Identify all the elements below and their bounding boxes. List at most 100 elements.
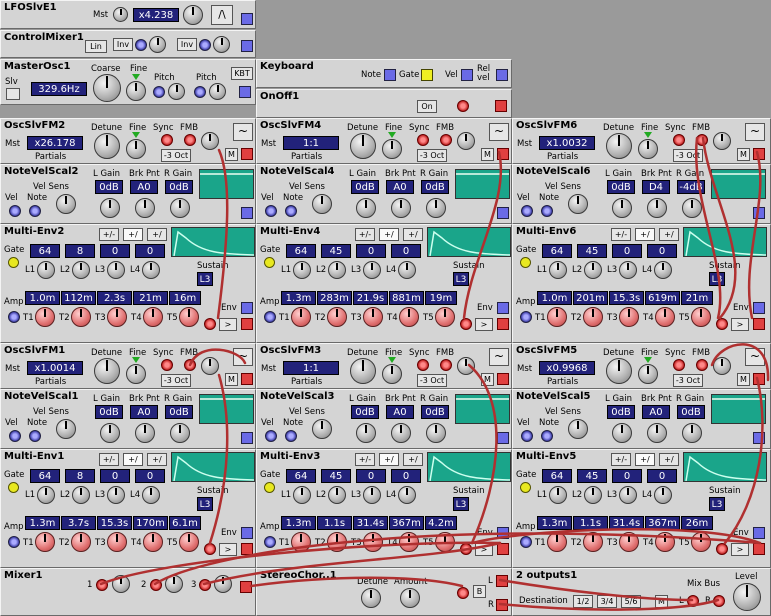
rate-knob[interactable] <box>183 5 203 25</box>
fm-amount-knob[interactable] <box>201 357 219 375</box>
rgain-knob[interactable] <box>170 198 190 218</box>
oct-button[interactable]: -3 Oct <box>161 149 191 162</box>
t2-knob[interactable] <box>327 307 347 327</box>
sustain-display[interactable]: L3 <box>197 272 213 286</box>
mute-button[interactable]: M <box>225 148 238 161</box>
env-shape-exp-button[interactable]: +/ <box>379 228 399 241</box>
l4-display[interactable]: 0 <box>135 244 165 258</box>
nvs-out-jack[interactable] <box>241 207 253 219</box>
l3-display[interactable]: 0 <box>612 244 642 258</box>
note-jack[interactable] <box>541 430 553 442</box>
ratio-display[interactable]: x1.0014 <box>27 361 83 375</box>
l4-knob[interactable] <box>398 261 416 279</box>
fine-knob[interactable] <box>126 81 146 101</box>
l2-display[interactable]: 45 <box>321 244 351 258</box>
l2-knob[interactable] <box>584 486 602 504</box>
amp-jack[interactable] <box>520 536 532 548</box>
t3-display[interactable]: 31.4s <box>353 516 388 530</box>
l2-display[interactable]: 8 <box>65 244 95 258</box>
master-out-jack[interactable] <box>239 86 251 98</box>
brk-knob[interactable] <box>135 423 155 443</box>
brk-display[interactable]: A0 <box>130 180 158 194</box>
chorus-in-jack[interactable] <box>457 587 469 599</box>
l2-knob[interactable] <box>328 261 346 279</box>
env-out-jack[interactable] <box>753 527 765 539</box>
nvs-out-jack[interactable] <box>753 432 765 444</box>
in1-jack[interactable] <box>135 39 147 51</box>
rgain-knob[interactable] <box>426 198 446 218</box>
freq-display[interactable]: 329.6Hz <box>31 82 87 96</box>
env-shape-exp-button[interactable]: +/ <box>123 453 143 466</box>
env-shape-log-button[interactable]: +/ <box>147 453 167 466</box>
lgain-display[interactable]: 0dB <box>351 405 379 419</box>
rgain-knob[interactable] <box>170 423 190 443</box>
t3-display[interactable]: 2.3s <box>97 291 132 305</box>
t4-display[interactable]: 367m <box>645 516 680 530</box>
l2-display[interactable]: 8 <box>65 469 95 483</box>
mixer-out-jack[interactable] <box>240 581 252 593</box>
mixer-in3-jack[interactable] <box>199 579 211 591</box>
sustain-display[interactable]: L3 <box>453 497 469 511</box>
rgain-display[interactable]: 0dB <box>421 180 449 194</box>
waveform-button[interactable]: ~ <box>745 348 765 366</box>
t5-display[interactable]: 6.1m <box>169 516 201 530</box>
lgain-knob[interactable] <box>612 198 632 218</box>
mute-button[interactable]: M <box>737 373 750 386</box>
waveform-button[interactable]: ~ <box>233 123 253 141</box>
nvs-out-jack[interactable] <box>241 432 253 444</box>
brk-display[interactable]: A0 <box>386 405 414 419</box>
detune-knob[interactable] <box>350 133 376 159</box>
vel-jack[interactable] <box>265 430 277 442</box>
lgain-display[interactable]: 0dB <box>607 180 635 194</box>
env-out-jack[interactable] <box>241 302 253 314</box>
nvs-out-jack[interactable] <box>497 207 509 219</box>
t5-knob[interactable] <box>691 532 711 552</box>
brk-display[interactable]: D4 <box>642 180 670 194</box>
l3-display[interactable]: 0 <box>612 469 642 483</box>
t3-knob[interactable] <box>619 307 639 327</box>
l1-display[interactable]: 64 <box>286 469 316 483</box>
fine-knob[interactable] <box>382 139 402 159</box>
fm-amount-knob[interactable] <box>713 357 731 375</box>
l4-knob[interactable] <box>654 486 672 504</box>
nvs-out-jack[interactable] <box>497 432 509 444</box>
t2-display[interactable]: 3.7s <box>61 516 96 530</box>
lgain-display[interactable]: 0dB <box>95 405 123 419</box>
env-shape-log-button[interactable]: +/ <box>147 228 167 241</box>
oct-button[interactable]: -3 Oct <box>161 374 191 387</box>
dest-34-button[interactable]: 3/4 <box>597 595 617 608</box>
sustain-display[interactable]: L3 <box>453 272 469 286</box>
lgain-knob[interactable] <box>100 198 120 218</box>
waveform-button[interactable]: /\ <box>211 5 233 25</box>
cmix-out-jack[interactable] <box>241 40 253 52</box>
t3-knob[interactable] <box>363 307 383 327</box>
level1-knob[interactable] <box>149 36 166 53</box>
l3-knob[interactable] <box>107 261 125 279</box>
vel-jack[interactable] <box>461 69 473 81</box>
osc-out-jack[interactable] <box>753 148 765 160</box>
oct-button[interactable]: -3 Oct <box>417 374 447 387</box>
vel-sens-knob[interactable] <box>312 419 332 439</box>
mute-button[interactable]: M <box>225 373 238 386</box>
t2-display[interactable]: 201m <box>573 291 608 305</box>
env-shape-exp-button[interactable]: +/ <box>123 228 143 241</box>
coarse-knob[interactable] <box>93 74 121 102</box>
env-audio-out-jack[interactable] <box>753 318 765 330</box>
env-shape-exp-button[interactable]: +/ <box>379 453 399 466</box>
env-shape-exp-button[interactable]: +/ <box>635 228 655 241</box>
l1-display[interactable]: 64 <box>30 244 60 258</box>
rgain-display[interactable]: 0dB <box>421 405 449 419</box>
t1-display[interactable]: 1.3m <box>25 516 60 530</box>
pitch1-knob[interactable] <box>168 83 185 100</box>
t5-display[interactable]: 16m <box>169 291 201 305</box>
fm-jack[interactable] <box>184 134 196 146</box>
t5-display[interactable]: 21m <box>681 291 713 305</box>
env-shape-log-button[interactable]: +/ <box>659 453 679 466</box>
env-shape-lin-button[interactable]: +/- <box>611 228 631 241</box>
amp-jack[interactable] <box>264 311 276 323</box>
env-audio-out-jack[interactable] <box>753 543 765 555</box>
oct-button[interactable]: -3 Oct <box>673 149 703 162</box>
env-audio-out-jack[interactable] <box>497 318 509 330</box>
env-audio-out-jack[interactable] <box>241 543 253 555</box>
fm-amount-knob[interactable] <box>713 132 731 150</box>
